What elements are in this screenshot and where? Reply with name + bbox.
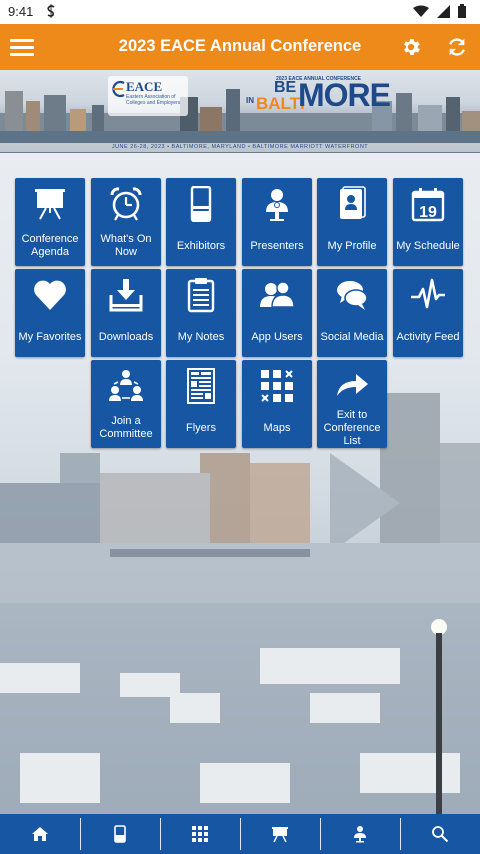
calendar-icon: 19 <box>411 188 445 222</box>
tile-whats-on-now[interactable]: What's On Now <box>91 178 161 266</box>
tile-presenters[interactable]: Presenters <box>242 178 312 266</box>
tile-app-users[interactable]: App Users <box>242 269 312 357</box>
tile-activity-feed[interactable]: Activity Feed <box>393 269 463 357</box>
tile-label: Exit to Conference List <box>323 408 381 447</box>
nav-search[interactable] <box>400 814 480 854</box>
pulse-icon <box>411 278 445 309</box>
tile-label: Conference Agenda <box>21 233 79 258</box>
search-icon <box>432 826 449 843</box>
flyer-icon <box>187 368 215 404</box>
alarm-clock-icon <box>110 187 142 221</box>
profile-card-icon <box>340 186 366 219</box>
download-tray-icon <box>109 279 143 312</box>
signal-icon <box>437 4 450 18</box>
nav-presenters[interactable] <box>320 814 400 854</box>
battery-icon <box>458 4 466 18</box>
skyline-image <box>0 89 480 143</box>
conference-banner: EACE Eastern Association of Colleges and… <box>0 70 480 153</box>
heart-icon <box>34 280 66 310</box>
tile-label: Downloads <box>98 330 154 343</box>
tile-my-notes[interactable]: My Notes <box>166 269 236 357</box>
tile-label: My Profile <box>327 239 377 252</box>
tile-exhibitors[interactable]: Exhibitors <box>166 178 236 266</box>
tile-my-profile[interactable]: My Profile <box>317 178 387 266</box>
logo-more: MORE <box>298 77 391 113</box>
gear-icon[interactable] <box>400 36 422 58</box>
app-bar: 2023 EACE Annual Conference <box>0 24 480 70</box>
map-grid-icon <box>261 370 293 402</box>
tile-label: My Schedule <box>396 239 460 252</box>
tile-label: Flyers <box>186 421 216 434</box>
org-subtitle: Eastern Association of Colleges and Empl… <box>126 94 181 106</box>
org-name: EACE <box>126 79 163 94</box>
exit-arrow-icon <box>337 374 368 396</box>
nav-grid[interactable] <box>160 814 240 854</box>
bottom-nav <box>0 814 480 854</box>
nav-phone[interactable] <box>80 814 160 854</box>
committee-icon <box>109 370 143 401</box>
users-icon <box>260 281 295 308</box>
tile-label: My Notes <box>177 330 225 343</box>
refresh-icon[interactable] <box>446 36 468 58</box>
tile-label: Join a Committee <box>99 415 153 440</box>
grid-icon <box>192 826 208 842</box>
tile-label: Social Media <box>320 330 384 343</box>
booth-icon <box>190 186 212 222</box>
banner-caption: JUNE 26-28, 2023 • BALTIMORE, MARYLAND •… <box>0 143 480 152</box>
easel-icon <box>272 827 288 843</box>
tile-my-favorites[interactable]: My Favorites <box>15 269 85 357</box>
tile-join-a-committee[interactable]: Join a Committee <box>91 360 161 448</box>
tile-social-media[interactable]: Social Media <box>317 269 387 357</box>
tile-downloads[interactable]: Downloads <box>91 269 161 357</box>
tile-label: Maps <box>263 421 291 434</box>
home-icon <box>32 827 48 841</box>
sim-icon <box>46 4 57 21</box>
chat-bubbles-icon <box>337 281 368 310</box>
be-in-baltimore-logo: 2023 EACE ANNUAL CONFERENCE BE IN BALTI … <box>246 74 391 120</box>
nav-home[interactable] <box>0 814 80 854</box>
phone-icon <box>114 825 126 843</box>
nav-agenda[interactable] <box>240 814 320 854</box>
tile-label: Presenters <box>250 239 304 252</box>
logo-in: IN <box>246 96 254 105</box>
tile-maps[interactable]: Maps <box>242 360 312 448</box>
tile-label: What's On Now <box>100 233 152 258</box>
status-bar: 9:41 <box>0 0 480 24</box>
tile-label: Activity Feed <box>396 330 460 343</box>
status-time: 9:41 <box>8 4 34 19</box>
tile-my-schedule[interactable]: 19 My Schedule <box>393 178 463 266</box>
tile-label: My Favorites <box>18 330 82 343</box>
clipboard-icon <box>187 278 215 313</box>
tile-exit-to-conference-list[interactable]: Exit to Conference List <box>317 360 387 448</box>
easel-icon <box>35 189 65 220</box>
presenter-icon <box>266 189 288 221</box>
presenter-icon <box>354 826 366 843</box>
wifi-icon <box>413 5 429 17</box>
tile-flyers[interactable]: Flyers <box>166 360 236 448</box>
tile-label: App Users <box>251 330 303 343</box>
tile-label: Exhibitors <box>176 239 226 252</box>
tile-conference-agenda[interactable]: Conference Agenda <box>15 178 85 266</box>
calendar-day: 19 <box>419 204 437 221</box>
eace-logo: EACE Eastern Association of Colleges and… <box>108 76 188 116</box>
